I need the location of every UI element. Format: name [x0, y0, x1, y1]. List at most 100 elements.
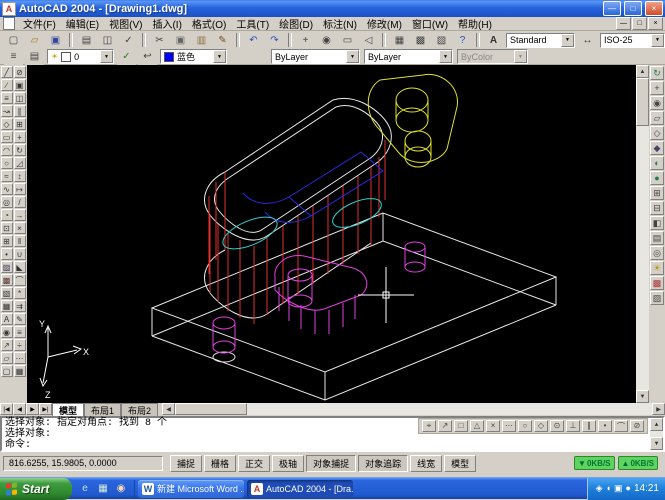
doc-minimize-button[interactable]: —: [616, 17, 631, 30]
rectangle-button[interactable]: ▭: [0, 131, 13, 143]
scroll-down-button[interactable]: ▼: [636, 390, 649, 403]
shade-hidden-button[interactable]: ◆: [650, 141, 664, 155]
shade-gouraud-button[interactable]: ●: [650, 171, 664, 185]
redo-button[interactable]: ↷: [265, 31, 284, 49]
text-style-button[interactable]: A: [484, 31, 503, 49]
close-button[interactable]: ×: [645, 1, 663, 16]
command-scrollbar[interactable]: ▲ ▼: [650, 418, 663, 450]
region-button[interactable]: ▧: [0, 287, 13, 299]
osnap-extension-button[interactable]: ⋯: [502, 420, 516, 432]
shade-2d-wireframe-button[interactable]: ▱: [650, 111, 664, 125]
camera-button[interactable]: ◎: [650, 246, 664, 260]
stretch-button[interactable]: ↕: [13, 170, 26, 182]
help-button[interactable]: ?: [453, 31, 472, 49]
chamfer-button[interactable]: ◣: [13, 261, 26, 273]
move-button[interactable]: +: [13, 131, 26, 143]
vertical-scroll-thumb[interactable]: [636, 78, 649, 126]
osnap-node-button[interactable]: •: [598, 420, 612, 432]
cut-button[interactable]: ✂: [150, 31, 169, 49]
start-button[interactable]: Start: [0, 477, 72, 500]
menu-item-help[interactable]: 帮助(H): [453, 16, 497, 31]
tab-nav-button-1[interactable]: ◀: [13, 403, 26, 415]
break-at-point-button[interactable]: ×: [13, 222, 26, 234]
break-button[interactable]: ‖: [13, 235, 26, 247]
toggle-osnap[interactable]: 对象捕捉: [306, 454, 357, 472]
menu-item-dimension[interactable]: 标注(N): [318, 16, 362, 31]
zoom-previous-button[interactable]: ◁: [359, 31, 378, 49]
menu-item-view[interactable]: 视图(V): [104, 16, 147, 31]
fillet-button[interactable]: ⌒: [13, 274, 26, 286]
new-file-button[interactable]: ▢: [4, 31, 23, 49]
menu-item-insert[interactable]: 插入(I): [147, 16, 186, 31]
tab-nav-button-0[interactable]: |◀: [0, 403, 13, 415]
osnap-nearest-button[interactable]: ⌒: [614, 420, 628, 432]
circle-button[interactable]: ○: [0, 157, 13, 169]
doc-restore-button[interactable]: □: [632, 17, 647, 30]
antivirus-icon[interactable]: ●: [626, 483, 631, 494]
offset-button[interactable]: ∥: [13, 105, 26, 117]
taskbar-task-word-document[interactable]: W 新建 Microsoft Word ...: [138, 479, 244, 498]
menu-item-draw[interactable]: 绘图(D): [274, 16, 318, 31]
internet-explorer-button[interactable]: e: [77, 481, 93, 497]
hatch-button[interactable]: ▨: [0, 261, 13, 273]
mtext-button[interactable]: A: [0, 313, 13, 325]
layer-previous-button[interactable]: ↩: [138, 48, 157, 65]
volume-icon[interactable]: ◖: [606, 483, 611, 494]
toggle-grid[interactable]: 栅格: [204, 454, 237, 472]
tab-layout2[interactable]: 布局2: [121, 403, 159, 416]
render-button[interactable]: ▩: [650, 276, 664, 290]
edit-polyline-button[interactable]: ✎: [13, 313, 26, 325]
divide-button[interactable]: ÷: [13, 339, 26, 351]
construction-line-button[interactable]: ∕: [0, 79, 13, 91]
named-views-button[interactable]: ▤: [650, 231, 664, 245]
taskbar-task-autocad[interactable]: A AutoCAD 2004 - [Dra...: [247, 479, 353, 498]
ray-button[interactable]: ↗: [0, 339, 13, 351]
extend-button[interactable]: →: [13, 209, 26, 221]
horizontal-scroll-thumb[interactable]: [175, 403, 248, 415]
linetype-dropdown[interactable]: ByLayer ▼: [271, 49, 360, 64]
command-prompt[interactable]: 命令:: [2, 440, 663, 451]
osnap-midpoint-button[interactable]: △: [470, 420, 484, 432]
trim-button[interactable]: /: [13, 196, 26, 208]
tab-layout1[interactable]: 布局1: [84, 403, 122, 416]
layer-dropdown[interactable]: ☀ 0 ▼: [47, 49, 114, 64]
spelling-button[interactable]: ✓: [119, 31, 138, 49]
mirror-button[interactable]: ◫: [13, 92, 26, 104]
zoom-realtime-button[interactable]: ◉: [317, 31, 336, 49]
make-object-layer-current-button[interactable]: ✓: [117, 48, 136, 65]
point-button[interactable]: •: [0, 248, 13, 260]
make-block-button[interactable]: ⊞: [0, 235, 13, 247]
horizontal-scroll-track[interactable]: [175, 403, 652, 415]
horizontal-scrollbar[interactable]: ◀ ▶: [162, 403, 665, 416]
text-style-dropdown[interactable]: Standard ▼: [506, 32, 575, 48]
view-front-button[interactable]: ⊟: [650, 201, 664, 215]
tool-palettes-button[interactable]: ▧: [432, 31, 451, 49]
shade-flat-button[interactable]: ◐: [650, 156, 664, 170]
designcenter-button[interactable]: ▩: [411, 31, 430, 49]
match-properties-button[interactable]: ✎: [213, 31, 232, 49]
wipeout-button[interactable]: ▱: [0, 352, 13, 364]
ellipse-arc-button[interactable]: ◔: [0, 209, 13, 221]
save-file-button[interactable]: ▣: [46, 31, 65, 49]
scroll-up-button[interactable]: ▲: [636, 65, 649, 78]
align-button[interactable]: ⇉: [13, 300, 26, 312]
3d-orbit-button[interactable]: ↻: [650, 66, 664, 80]
menu-item-edit[interactable]: 编辑(E): [61, 16, 104, 31]
menu-item-file[interactable]: 文件(F): [18, 16, 61, 31]
toggle-otrack[interactable]: 对象追踪: [358, 454, 409, 472]
maximize-button[interactable]: □: [624, 1, 642, 16]
boundary-button[interactable]: ▢: [0, 365, 13, 377]
gradient-button[interactable]: ▩: [0, 274, 13, 286]
revision-cloud-button[interactable]: ≈: [0, 170, 13, 182]
toggle-model[interactable]: 模型: [444, 454, 477, 472]
lineweight-dropdown[interactable]: ByLayer ▼: [364, 49, 453, 64]
view-top-button[interactable]: ⊞: [650, 186, 664, 200]
insert-block-button[interactable]: ⊡: [0, 222, 13, 234]
lights-button[interactable]: ☀: [650, 261, 664, 275]
dim-style-button[interactable]: ↔: [578, 31, 597, 49]
toggle-polar[interactable]: 极轴: [272, 454, 305, 472]
lengthen-button[interactable]: ↦: [13, 183, 26, 195]
arc-button[interactable]: ◠: [0, 144, 13, 156]
menu-item-modify[interactable]: 修改(M): [362, 16, 407, 31]
layer-states-manager-button[interactable]: ▤: [25, 48, 44, 65]
